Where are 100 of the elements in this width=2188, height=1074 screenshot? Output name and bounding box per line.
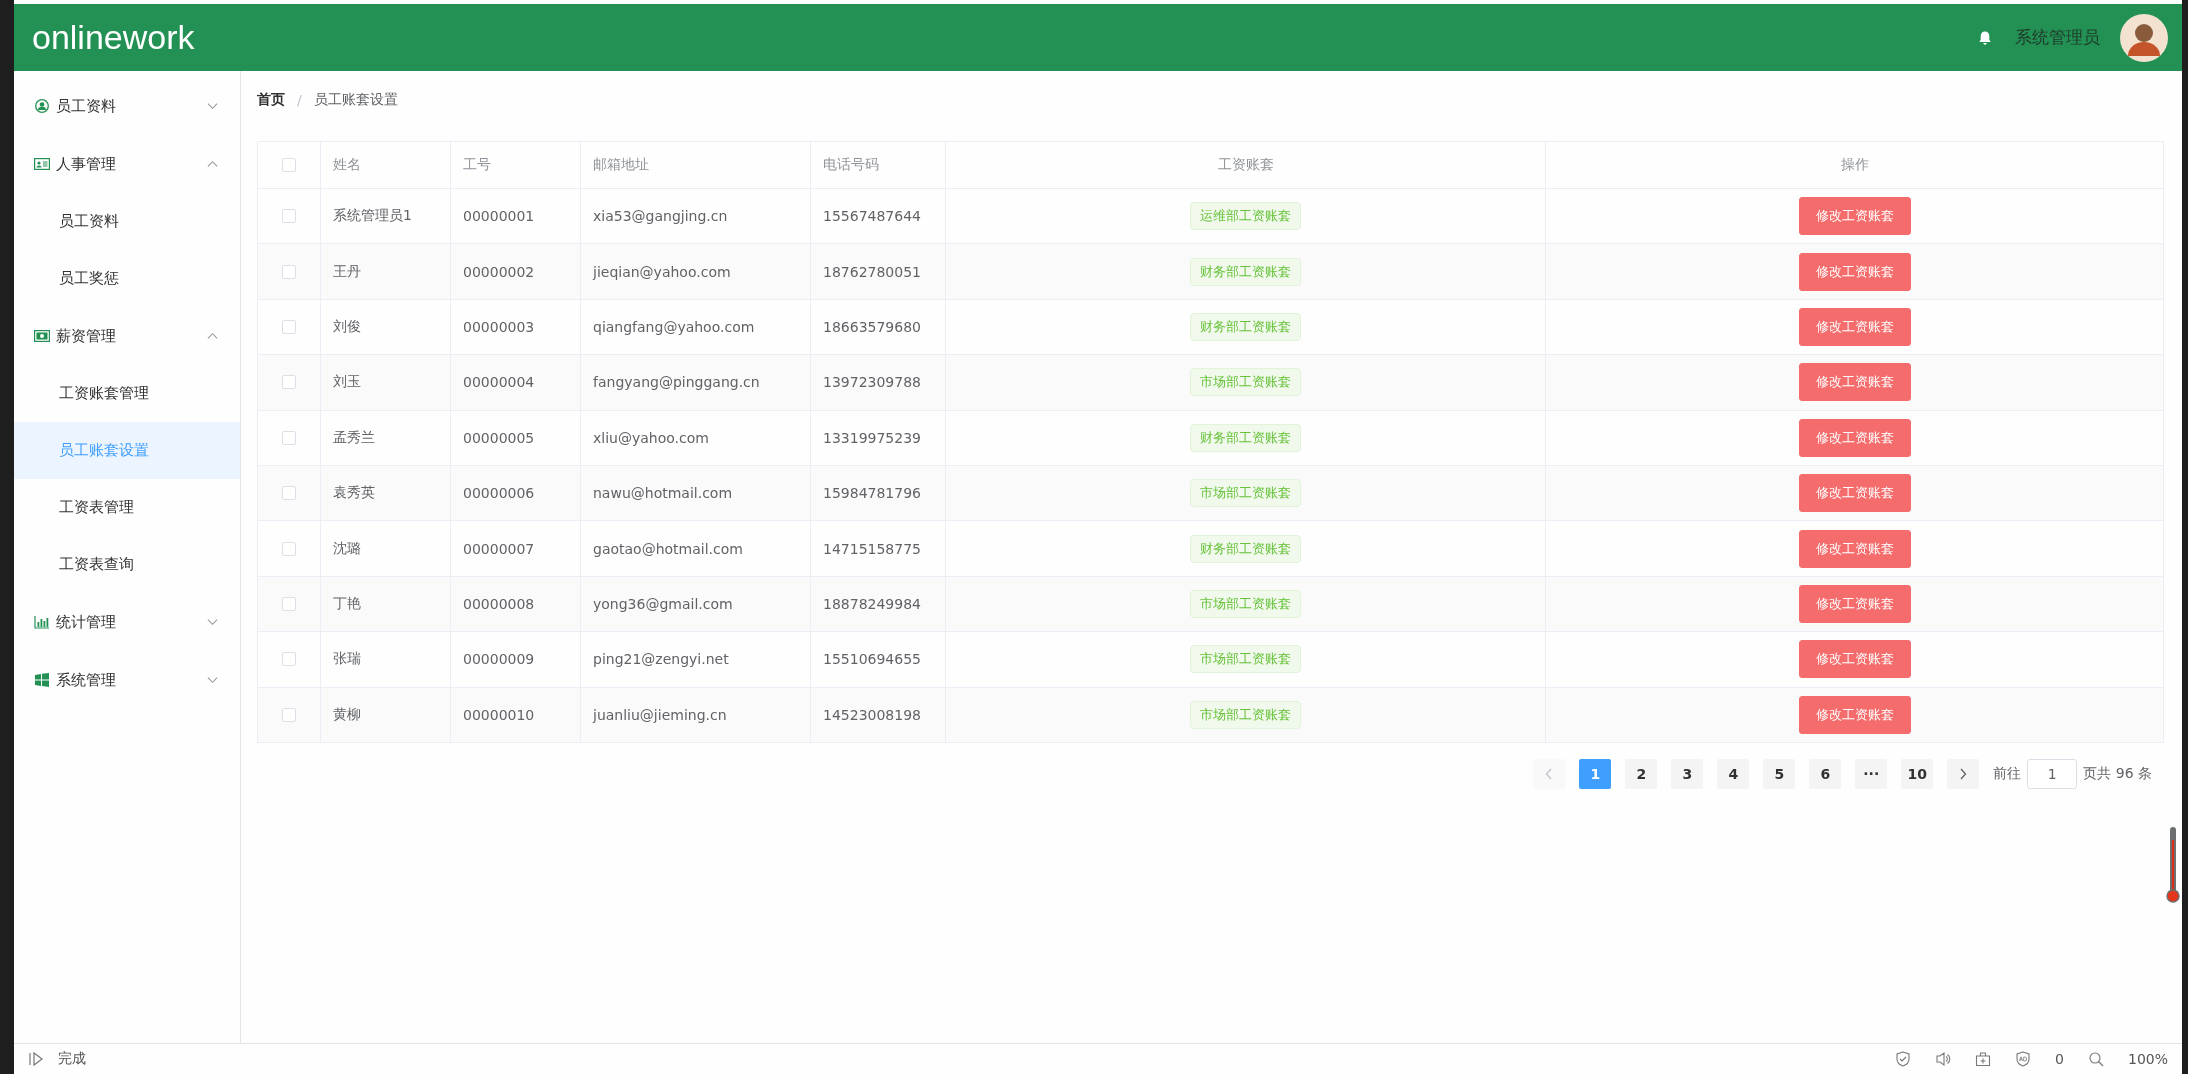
- avatar-icon[interactable]: [2120, 13, 2168, 62]
- chevron-icon: [207, 102, 218, 110]
- page-input[interactable]: 1: [2027, 758, 2078, 789]
- table-cell: 刘俊: [333, 317, 361, 336]
- menu-item[interactable]: 薪资管理: [14, 307, 240, 365]
- column-header: 电话号码: [823, 156, 879, 174]
- submenu-item[interactable]: 工资账套管理: [14, 365, 240, 422]
- table-cell: 00000003: [463, 318, 535, 335]
- play-icon[interactable]: [28, 1051, 44, 1067]
- toolbox-icon[interactable]: [1975, 1051, 1992, 1067]
- table-cell: gaotao@hotmail.com: [593, 540, 743, 557]
- row-checkbox[interactable]: [282, 486, 296, 501]
- salary-set-tag: 运维部工资账套: [1190, 202, 1301, 231]
- table-cell: 刘玉: [333, 373, 361, 392]
- page-button[interactable]: 3: [1671, 758, 1704, 789]
- table-cell: 14523008198: [823, 706, 921, 723]
- page-button[interactable]: 6: [1809, 758, 1842, 789]
- salary-set-tag: 市场部工资账套: [1190, 368, 1301, 397]
- status-text: 完成: [58, 1050, 86, 1068]
- thermometer-icon: [2166, 826, 2180, 906]
- table-cell: 袁秀英: [333, 484, 375, 503]
- menu-item[interactable]: 统计管理: [14, 593, 240, 651]
- table-cell: yong36@gmail.com: [593, 595, 733, 612]
- table-cell: 00000001: [463, 208, 535, 225]
- chevron-right-icon: [1959, 767, 1968, 780]
- table-cell: 00000007: [463, 540, 535, 557]
- next-page-button[interactable]: [1947, 758, 1980, 789]
- table-cell: 00000006: [463, 485, 535, 502]
- row-checkbox[interactable]: [282, 596, 296, 611]
- row-checkbox[interactable]: [282, 541, 296, 556]
- table-cell: qiangfang@yahoo.com: [593, 318, 755, 335]
- salary-set-tag: 财务部工资账套: [1190, 257, 1301, 286]
- table-cell: 13319975239: [823, 429, 921, 446]
- salary-set-tag: 市场部工资账套: [1190, 700, 1301, 729]
- shield-check-icon[interactable]: [1895, 1051, 1912, 1067]
- breadcrumb-separator: /: [297, 92, 302, 108]
- table-cell: 15567487644: [823, 208, 921, 225]
- chevron-left-icon: [1545, 767, 1554, 780]
- menu-item[interactable]: 人事管理: [14, 135, 240, 193]
- chevron-icon: [207, 676, 218, 684]
- table-cell: xliu@yahoo.com: [593, 429, 709, 446]
- table-cell: 00000008: [463, 595, 535, 612]
- submenu-item[interactable]: 工资表管理: [14, 479, 240, 536]
- more-pages-button[interactable]: ···: [1855, 758, 1888, 789]
- row-checkbox[interactable]: [282, 264, 296, 279]
- row-checkbox[interactable]: [282, 375, 296, 390]
- chevron-icon: [207, 160, 218, 168]
- chevron-icon: [207, 618, 218, 626]
- salary-set-tag: 财务部工资账套: [1190, 312, 1301, 341]
- bell-icon[interactable]: [1977, 29, 1993, 46]
- user-icon: [34, 99, 50, 113]
- table-cell: 00000002: [463, 263, 535, 280]
- menu-item[interactable]: 员工资料: [14, 77, 240, 135]
- table-cell: 14715158775: [823, 540, 921, 557]
- row-checkbox[interactable]: [282, 319, 296, 334]
- submenu-item[interactable]: 工资表查询: [14, 536, 240, 593]
- speaker-icon[interactable]: [1935, 1051, 1952, 1067]
- breadcrumb-item: 员工账套设置: [313, 91, 398, 109]
- column-header: 姓名: [333, 156, 361, 174]
- banknote-icon: [34, 329, 50, 343]
- table-cell: 00000009: [463, 651, 535, 668]
- windows-icon: [34, 673, 50, 687]
- ad-block-icon[interactable]: [2015, 1051, 2032, 1067]
- table-cell: 张瑞: [333, 650, 361, 669]
- breadcrumb-item[interactable]: 首页: [257, 91, 285, 109]
- row-checkbox[interactable]: [282, 430, 296, 445]
- table-cell: 黄柳: [333, 705, 361, 724]
- table-cell: 00000010: [463, 706, 535, 723]
- table-cell: juanliu@jieming.cn: [593, 706, 727, 723]
- row-checkbox[interactable]: [282, 209, 296, 224]
- table-cell: fangyang@pinggang.cn: [593, 374, 760, 391]
- row-checkbox[interactable]: [282, 652, 296, 667]
- zoom-icon[interactable]: [2087, 1051, 2104, 1067]
- table-cell: 18663579680: [823, 318, 921, 335]
- menu-item[interactable]: 系统管理: [14, 651, 240, 709]
- table-cell: 15510694655: [823, 651, 921, 668]
- chevron-icon: [207, 332, 218, 340]
- table-cell: 00000005: [463, 429, 535, 446]
- table-cell: jieqian@yahoo.com: [593, 263, 731, 280]
- submenu-item[interactable]: 员工奖惩: [14, 250, 240, 307]
- table-cell: ping21@zengyi.net: [593, 651, 729, 668]
- submenu-item[interactable]: 员工资料: [14, 193, 240, 250]
- page-button[interactable]: 4: [1717, 758, 1750, 789]
- column-header: 工资账套: [1217, 156, 1274, 174]
- count-text: 0: [2055, 1051, 2064, 1067]
- column-header: 邮箱地址: [593, 156, 649, 174]
- salary-set-tag: 市场部工资账套: [1190, 645, 1301, 674]
- total-text: 页共 96 条: [2083, 764, 2152, 783]
- bar-chart-icon: [34, 615, 50, 629]
- page-button[interactable]: 5: [1763, 758, 1796, 789]
- goto-label: 前往: [1993, 764, 2022, 783]
- page-button[interactable]: 2: [1625, 758, 1658, 789]
- table-cell: 18878249984: [823, 595, 921, 612]
- page-button[interactable]: 10: [1901, 758, 1934, 789]
- salary-set-tag: 财务部工资账套: [1190, 423, 1301, 452]
- zoom-level: 100%: [2127, 1051, 2168, 1067]
- select-all-checkbox[interactable]: [282, 158, 296, 172]
- row-checkbox[interactable]: [282, 707, 296, 722]
- table-cell: 18762780051: [823, 263, 921, 280]
- logo-text: onlinework: [32, 18, 195, 57]
